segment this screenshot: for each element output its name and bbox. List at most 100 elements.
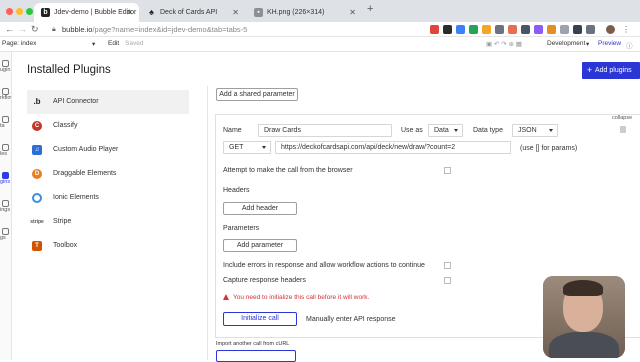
- close-tab-icon[interactable]: ✕: [349, 3, 356, 22]
- rail-styles[interactable]: les: [0, 144, 11, 157]
- rail-label: les: [0, 151, 8, 157]
- extension-icon[interactable]: [534, 25, 543, 34]
- browser-tab-bar: b Jdev-demo | Bubble Editor ✕ ♠ Deck of …: [0, 0, 640, 22]
- extension-icon[interactable]: [456, 25, 465, 34]
- plugin-item-draggable-elements[interactable]: D Draggable Elements: [27, 162, 189, 186]
- parameters-label: Parameters: [223, 225, 260, 232]
- webcam-person-hair: [563, 280, 603, 296]
- url-field[interactable]: bubble.io/page?name=index&id=jdev-demo&t…: [62, 23, 422, 36]
- plugin-item-stripe[interactable]: stripe Stripe: [27, 210, 189, 234]
- rail-label: gs: [0, 235, 6, 241]
- rail-data[interactable]: ta: [0, 116, 11, 129]
- plugin-item-classify[interactable]: C Classify: [27, 114, 189, 138]
- plugin-item-toolbox[interactable]: T Toolbox: [27, 234, 189, 258]
- webcam-person-body: [549, 332, 619, 358]
- capture-headers-checkbox[interactable]: [444, 277, 451, 284]
- close-tab-icon[interactable]: ✕: [232, 3, 239, 22]
- classify-icon: C: [32, 121, 42, 131]
- plugins-icon: [2, 172, 9, 179]
- more-menu-icon[interactable]: ⋮: [622, 25, 631, 34]
- dev-version-select[interactable]: Development: [547, 40, 585, 47]
- trash-icon[interactable]: [620, 126, 626, 133]
- include-errors-checkbox[interactable]: [444, 262, 451, 269]
- page-selector-caret-icon[interactable]: ▾: [92, 40, 95, 48]
- extension-icon[interactable]: [521, 25, 530, 34]
- webcam-overlay: [543, 276, 625, 358]
- page-selector[interactable]: Page: index: [2, 40, 36, 47]
- extension-icon[interactable]: [573, 25, 582, 34]
- maximize-window-dot[interactable]: [26, 8, 33, 15]
- toolbox-icon: T: [32, 241, 42, 251]
- plugin-item-custom-audio-player[interactable]: ♫ Custom Audio Player: [27, 138, 189, 162]
- extension-icon[interactable]: [482, 25, 491, 34]
- plugin-name: API Connector: [53, 98, 99, 105]
- capture-headers-label: Capture response headers: [223, 277, 306, 284]
- headers-label: Headers: [223, 187, 250, 194]
- saved-status: Saved: [125, 40, 144, 47]
- rail-label: gins: [0, 179, 11, 185]
- back-arrow-icon[interactable]: ←: [5, 23, 14, 36]
- plus-icon: +: [587, 65, 593, 75]
- extension-icon[interactable]: [547, 25, 556, 34]
- extension-icon[interactable]: [469, 25, 478, 34]
- import-curl-button[interactable]: [216, 350, 296, 362]
- data-icon: [2, 116, 9, 123]
- browser-call-label: Attempt to make the call from the browse…: [223, 167, 353, 174]
- dev-caret-icon[interactable]: ▾: [586, 40, 589, 48]
- extension-icon[interactable]: [508, 25, 517, 34]
- edit-menu[interactable]: Edit: [108, 40, 119, 47]
- http-method-dropdown[interactable]: GET: [223, 141, 271, 154]
- ionic-icon: [32, 193, 42, 203]
- rail-label: rkflow: [0, 95, 11, 101]
- extension-icon[interactable]: [560, 25, 569, 34]
- close-window-dot[interactable]: [6, 8, 13, 15]
- new-tab-plus-icon[interactable]: +: [367, 3, 373, 15]
- chevron-down-icon: [549, 129, 553, 132]
- url-host: bubble.io: [62, 25, 93, 34]
- reload-icon[interactable]: ↻: [31, 23, 39, 36]
- rail-design[interactable]: ugin: [0, 60, 11, 73]
- endpoint-url-input[interactable]: https://deckofcardsapi.com/api/deck/new/…: [275, 141, 511, 154]
- browser-call-checkbox[interactable]: [444, 167, 451, 174]
- browser-tab-kh-png[interactable]: ▪ KH.png (226×314) ✕: [247, 3, 362, 22]
- data-type-value: JSON: [518, 127, 537, 134]
- extension-icon[interactable]: [495, 25, 504, 34]
- method-value: GET: [229, 144, 244, 151]
- extension-icon[interactable]: [443, 25, 452, 34]
- tab-title: KH.png (226×314): [267, 9, 325, 16]
- add-shared-parameter-button[interactable]: Add a shared parameter: [216, 88, 298, 101]
- add-plugins-button[interactable]: + Add plugins: [582, 62, 640, 79]
- profile-avatar[interactable]: [606, 25, 615, 34]
- extension-icon[interactable]: [430, 25, 439, 34]
- draggable-icon: D: [32, 169, 42, 179]
- plugin-name: Ionic Elements: [53, 194, 99, 201]
- manual-response-link[interactable]: Manually enter API response: [306, 315, 396, 325]
- rail-workflow[interactable]: rkflow: [0, 88, 11, 101]
- add-parameter-button[interactable]: Add parameter: [223, 239, 297, 252]
- preview-link[interactable]: Preview: [598, 40, 621, 47]
- data-type-dropdown[interactable]: JSON: [512, 124, 558, 137]
- plugin-item-ionic-elements[interactable]: Ionic Elements: [27, 186, 189, 210]
- rail-label: ta: [0, 123, 5, 129]
- logs-icon: [2, 228, 9, 235]
- image-favicon-icon: ▪: [254, 8, 263, 17]
- add-header-button[interactable]: Add header: [223, 202, 297, 215]
- use-as-dropdown[interactable]: Data: [428, 124, 463, 137]
- help-icon[interactable]: ⓘ: [626, 40, 633, 50]
- forward-arrow-icon[interactable]: →: [18, 23, 27, 36]
- browser-tab-deck-of-cards[interactable]: ♠ Deck of Cards API ✕: [140, 3, 245, 22]
- left-navigation-rail: ugin rkflow ta les gins ings gs: [0, 52, 12, 360]
- browser-tab-bubble-editor[interactable]: b Jdev-demo | Bubble Editor ✕: [34, 3, 139, 22]
- minimize-window-dot[interactable]: [16, 8, 23, 15]
- collapse-link[interactable]: collapse: [612, 115, 632, 121]
- call-name-input[interactable]: Draw Cards: [258, 124, 392, 137]
- tab-title: Jdev-demo | Bubble Editor: [54, 9, 137, 16]
- rail-plugins[interactable]: gins: [0, 172, 11, 185]
- initialize-warning: You need to initialize this call before …: [223, 293, 369, 303]
- plugin-item-api-connector[interactable]: .b API Connector: [27, 90, 189, 114]
- close-tab-icon[interactable]: ✕: [126, 3, 133, 22]
- rail-logs[interactable]: gs: [0, 228, 11, 241]
- extension-icon[interactable]: [586, 25, 595, 34]
- initialize-call-button[interactable]: Initialize call: [223, 312, 297, 326]
- rail-settings[interactable]: ings: [0, 200, 11, 213]
